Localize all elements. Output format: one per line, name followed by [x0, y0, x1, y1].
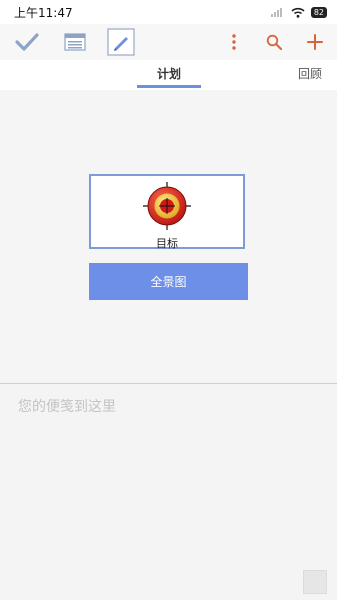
panorama-button[interactable]: 全景图 [89, 263, 248, 300]
tab-review[interactable]: 回顾 [298, 60, 337, 87]
tab-bar: 计划 回顾 [0, 60, 337, 150]
tab-active-indicator [137, 85, 201, 88]
search-button[interactable] [262, 24, 286, 60]
edit-button[interactable] [106, 24, 136, 60]
add-icon [307, 34, 323, 50]
calendar-button[interactable] [60, 24, 90, 60]
signal-icon [270, 8, 282, 17]
notes-area[interactable]: 您的便笺到这里 [0, 384, 337, 600]
add-button[interactable] [302, 24, 328, 60]
toolbar [0, 24, 337, 60]
goal-card[interactable]: 目标 [89, 174, 245, 250]
battery-icon: 82 [310, 6, 327, 18]
tab-plan[interactable]: 计划 [137, 60, 201, 87]
checkmark-icon [15, 33, 39, 51]
edit-icon [107, 28, 135, 56]
corner-thumbnail[interactable] [303, 570, 327, 594]
plan-content: 目标 全景图 [0, 90, 337, 383]
target-icon [143, 182, 191, 230]
search-icon [266, 34, 282, 50]
more-button[interactable] [222, 24, 246, 60]
status-bar: 上午11:47 82 [0, 0, 337, 24]
more-icon [232, 34, 236, 50]
wifi-icon [291, 7, 305, 18]
status-icons: 82 [270, 6, 327, 18]
notes-placeholder: 您的便笺到这里 [18, 399, 116, 415]
status-time: 上午11:47 [14, 5, 73, 20]
check-button[interactable] [12, 24, 42, 60]
goal-label: 目标 [156, 237, 178, 250]
calendar-icon [64, 33, 86, 51]
